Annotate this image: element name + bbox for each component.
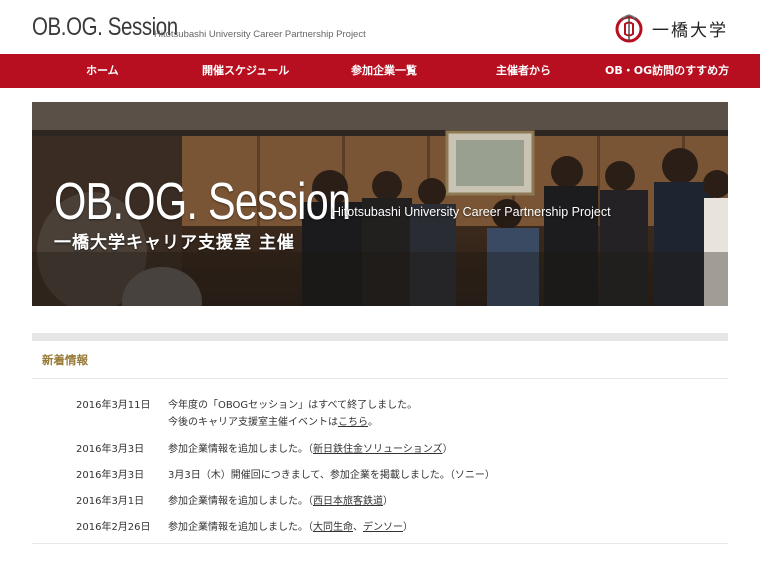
nav-item-companies[interactable]: 参加企業一覧	[351, 54, 417, 88]
hero-organizer: 一橋大学キャリア支援室 主催	[54, 233, 295, 253]
news-text: 参加企業情報を追加しました。（大同生命、デンソー）	[168, 518, 413, 533]
news-date: 2016年2月26日	[76, 522, 151, 533]
news-bottom-divider	[32, 543, 728, 544]
company-link[interactable]: 新日鉄住金ソリューションズ	[313, 444, 443, 455]
hero-subtitle: Hitotsubashi University Career Partnersh…	[332, 205, 611, 219]
news-text-suffix: ）	[383, 496, 393, 507]
news-text-suffix: ）	[442, 444, 453, 455]
news-divider	[32, 378, 728, 379]
news-top-bar	[32, 333, 728, 341]
news-text-prefix: 今後のキャリア支援室主催イベントは	[168, 417, 338, 428]
nav-item-organizer[interactable]: 主催者から	[496, 54, 551, 88]
news-date: 2016年3月11日	[76, 400, 151, 411]
news-date: 2016年3月3日	[76, 444, 145, 455]
news-text-prefix: 参加企業情報を追加しました。（	[168, 496, 313, 507]
university-emblem-icon	[615, 14, 643, 43]
news-text-suffix: ）	[403, 522, 413, 533]
nav-item-home[interactable]: ホーム	[86, 54, 119, 88]
main-nav: ホーム 開催スケジュール 参加企業一覧 主催者から OB・OG訪問のすすめ方	[0, 54, 760, 88]
news-heading: 新着情報	[42, 353, 88, 367]
company-link[interactable]: 大同生命	[313, 522, 353, 533]
hero-title: OB.OG. Session	[54, 173, 351, 231]
nav-item-schedule[interactable]: 開催スケジュール	[202, 54, 289, 88]
news-text-suffix: 。	[368, 417, 378, 428]
news-text-line2: 今後のキャリア支援室主催イベントはこちら。	[168, 413, 378, 428]
news-text-separator: 、	[353, 522, 363, 533]
nav-item-visit-guide[interactable]: OB・OG訪問のすすめ方	[605, 54, 729, 88]
university-logo[interactable]: 一橋大学	[612, 12, 728, 44]
news-date: 2016年3月3日	[76, 470, 145, 481]
news-text: 参加企業情報を追加しました。（西日本旅客鉄道）	[168, 492, 393, 507]
news-text-prefix: 参加企業情報を追加しました。（	[168, 444, 313, 455]
news-text-prefix: 参加企業情報を追加しました。（	[168, 522, 313, 533]
university-name: 一橋大学	[652, 20, 728, 41]
site-tagline: Hitotsubashi University Career Partnersh…	[154, 29, 366, 40]
news-text: 今年度の「OBOGセッション」はすべて終了しました。	[168, 400, 418, 411]
news-date: 2016年3月1日	[76, 496, 145, 507]
events-link[interactable]: こちら	[338, 417, 368, 428]
company-link[interactable]: 西日本旅客鉄道	[313, 496, 383, 507]
news-text: 参加企業情報を追加しました。（新日鉄住金ソリューションズ）	[168, 440, 453, 455]
hero-banner: OB.OG. Session Hitotsubashi University C…	[32, 102, 728, 306]
news-text: 3月3日（木）開催回につきまして、参加企業を掲載しました。（ソニー）	[168, 470, 495, 481]
site-header: OB.OG. Session Hitotsubashi University C…	[0, 0, 760, 54]
company-link[interactable]: デンソー	[363, 522, 403, 533]
